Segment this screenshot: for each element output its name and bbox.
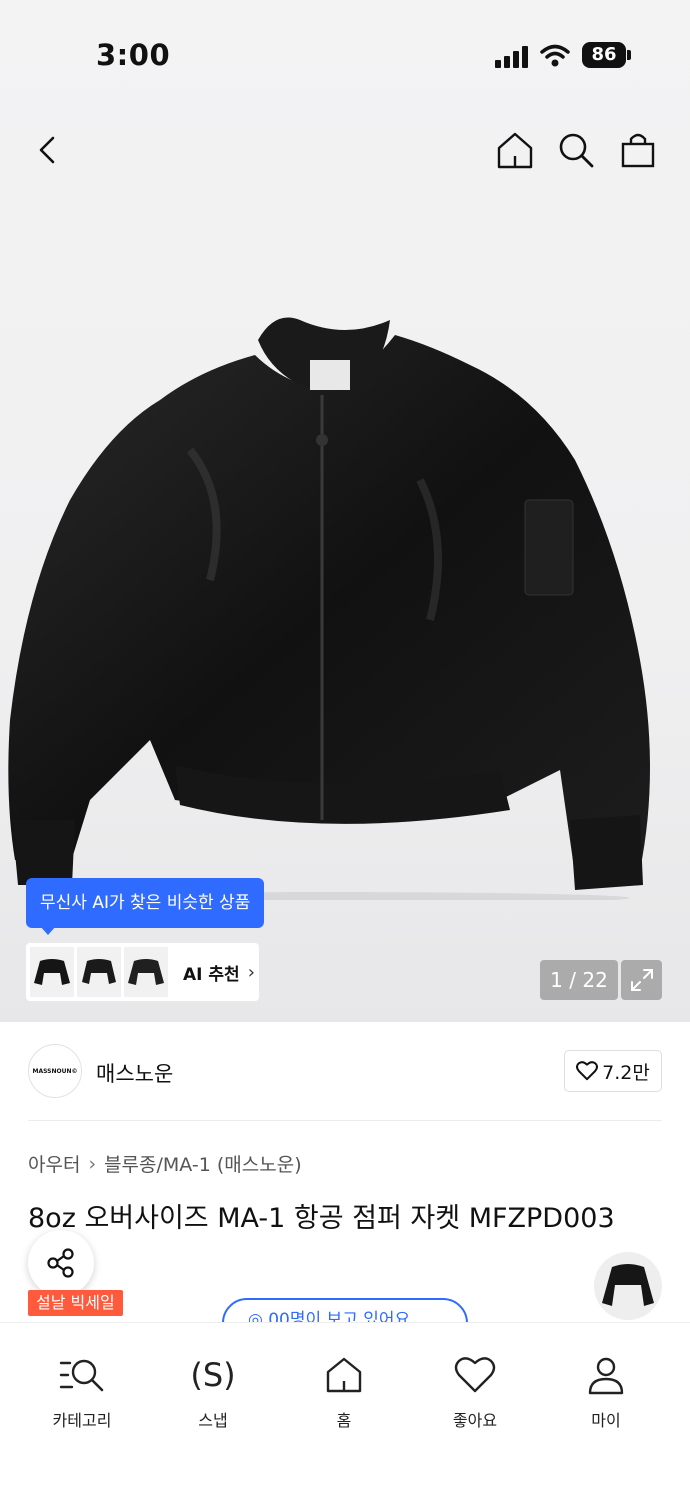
chevron-right-icon: › [88, 1152, 97, 1175]
bottom-tab-bar: 카테고리 (S) 스냅 홈 좋아요 마이 [0, 1322, 690, 1500]
sale-badge: 설날 빅세일 [28, 1290, 123, 1316]
chevron-left-icon[interactable] [26, 128, 70, 172]
image-counter: 1 / 22 [540, 960, 618, 1000]
ai-thumb-3 [124, 947, 168, 997]
tab-label: 좋아요 [452, 1411, 498, 1430]
status-bar: 3:00 86 [0, 0, 690, 110]
brand-name[interactable]: 매스노운 [96, 1058, 173, 1088]
mini-product-thumbnail[interactable] [594, 1252, 662, 1320]
breadcrumb-category[interactable]: 아우터 [28, 1150, 80, 1177]
expand-icon[interactable] [621, 960, 662, 1000]
tab-label: 홈 [336, 1411, 352, 1430]
tab-label: 마이 [591, 1411, 621, 1430]
chevron-right-icon: › [247, 961, 255, 983]
home-icon [326, 1357, 362, 1393]
product-title: 8oz 오버사이즈 MA-1 항공 점퍼 자켓 MFZPD003 [28, 1203, 615, 1234]
ai-recommend-label: AI 추천 [183, 964, 240, 985]
ai-thumb-2 [77, 947, 121, 997]
category-search-icon [59, 1359, 104, 1392]
brand-like-count: 7.2만 [602, 1061, 650, 1084]
breadcrumb: 아우터 › 블루종/MA-1 (매스노운) [28, 1150, 302, 1177]
home-icon[interactable] [493, 128, 537, 172]
tooltip-arrow [40, 926, 56, 935]
share-icon [47, 1248, 74, 1278]
brand-row[interactable]: MASSNOUN© 매스노운 7.2만 [28, 1044, 662, 1100]
wifi-icon [540, 44, 570, 67]
share-button[interactable] [28, 1230, 94, 1296]
tab-label: 스냅 [198, 1411, 228, 1430]
tab-likes[interactable]: 좋아요 [415, 1353, 535, 1431]
ai-similar-tooltip: 무신사 AI가 찾은 비슷한 상품 [26, 878, 265, 928]
snap-icon: (S) [190, 1356, 236, 1394]
user-icon [588, 1357, 624, 1395]
product-image-gallery[interactable]: 3:00 86 무신사 AI가 찾은 비슷한 상품 AI 추천 › 1 / 22 [0, 0, 690, 1022]
battery-icon [627, 50, 631, 60]
tab-home[interactable]: 홈 [284, 1353, 404, 1431]
brand-like-button[interactable]: 7.2만 [564, 1050, 662, 1092]
brand-logo[interactable]: MASSNOUN© [28, 1044, 82, 1098]
ai-recommend-card[interactable]: AI 추천 › [26, 943, 259, 1001]
shopping-bag-icon[interactable] [616, 128, 660, 172]
divider [28, 1120, 662, 1121]
search-icon[interactable] [554, 128, 598, 172]
battery-level: 86 [582, 42, 626, 68]
status-time: 3:00 [96, 38, 171, 72]
breadcrumb-subcategory[interactable]: 블루종/MA-1 (매스노운) [104, 1150, 302, 1177]
heart-icon [576, 1061, 599, 1081]
ai-thumb-1 [30, 947, 74, 997]
tab-my[interactable]: 마이 [546, 1353, 666, 1431]
heart-icon [454, 1357, 496, 1393]
tab-label: 카테고리 [52, 1411, 112, 1430]
tab-snap[interactable]: (S) 스냅 [153, 1353, 273, 1431]
signal-icon [495, 46, 529, 68]
product-image [8, 317, 651, 900]
tab-category[interactable]: 카테고리 [22, 1353, 142, 1431]
